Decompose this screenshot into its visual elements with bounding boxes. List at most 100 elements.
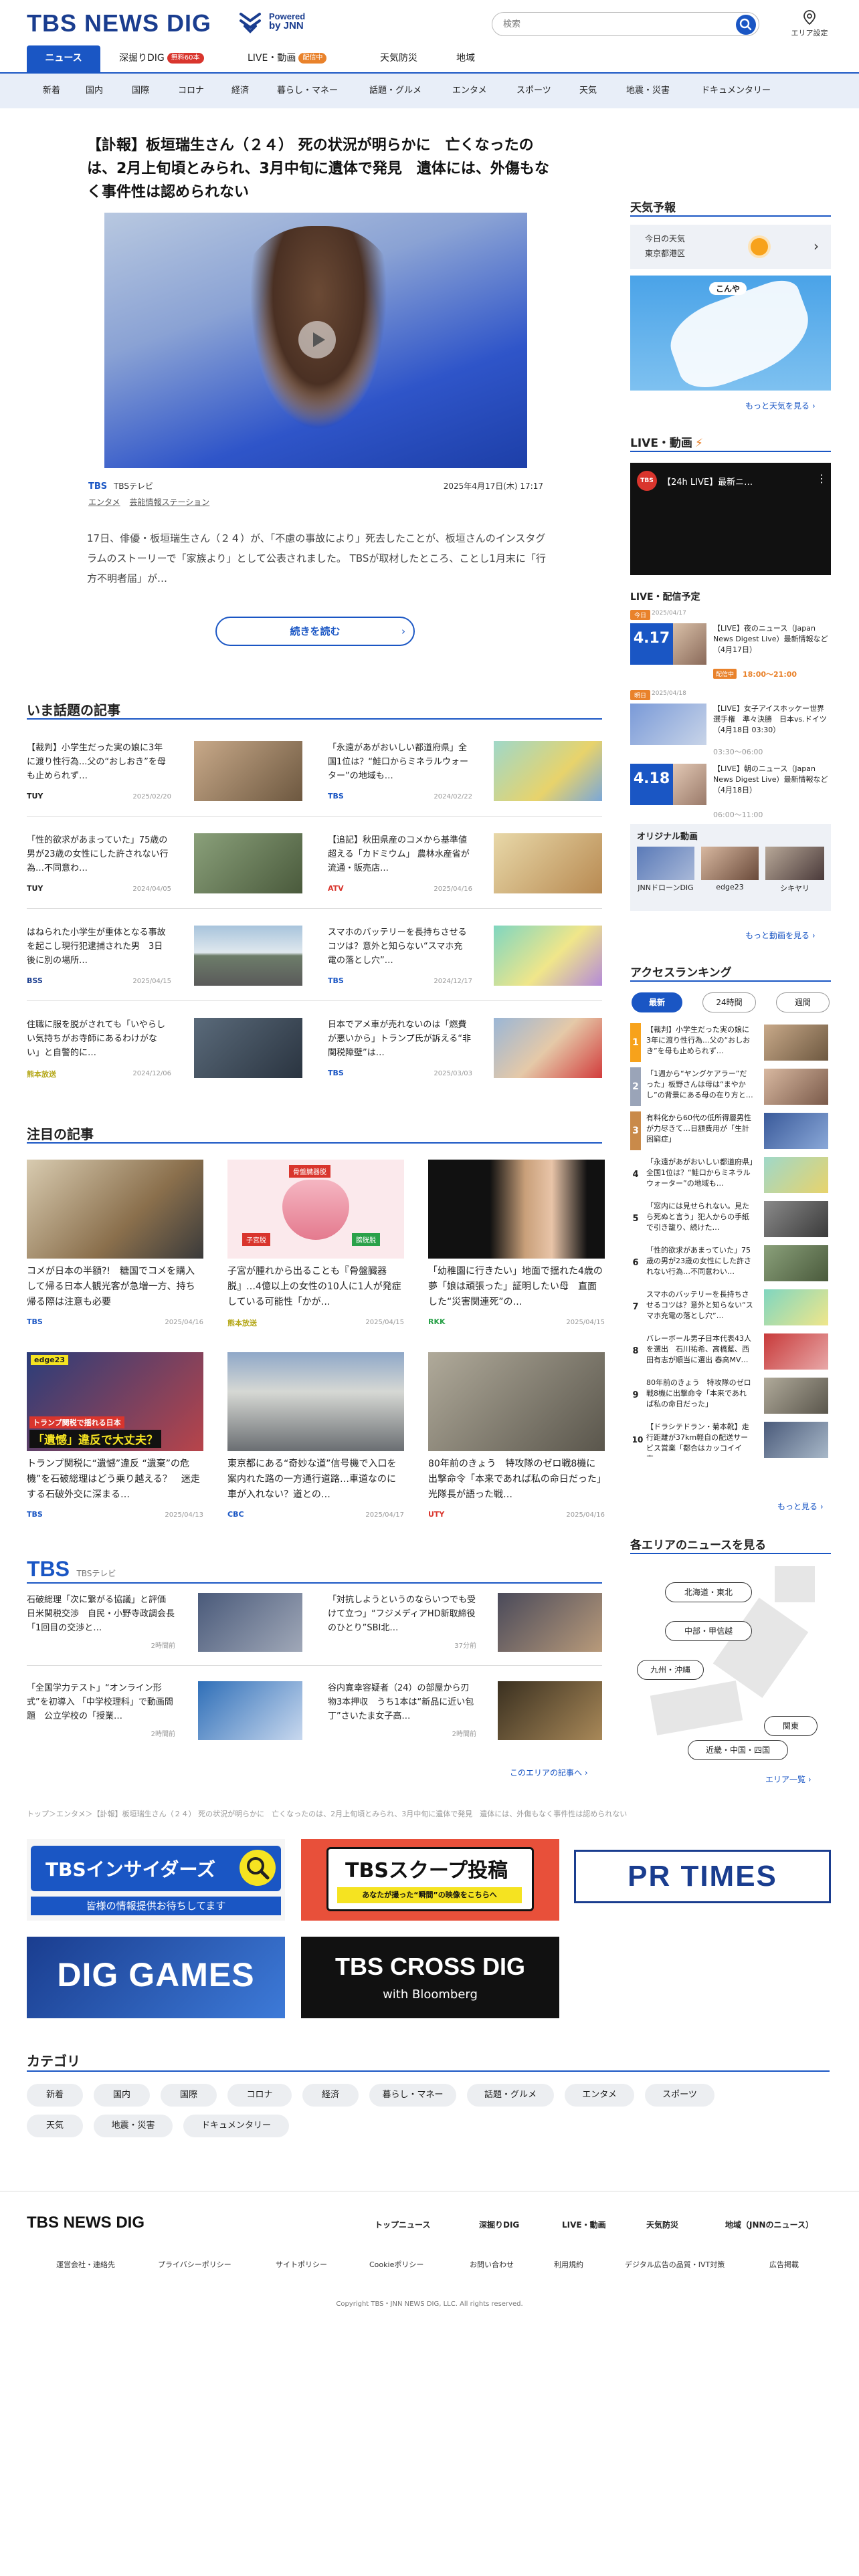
ranking-tab-weekly[interactable]: 週間 (776, 992, 830, 1012)
banner-insiders[interactable]: TBSインサイダーズ 皆様の情報提供お待ちしてます (27, 1839, 285, 1921)
more-vert-icon[interactable]: ⋮ (816, 472, 827, 485)
subnav-item[interactable]: 経済 (231, 74, 249, 108)
tag-link[interactable]: 芸能情報ステーション (129, 498, 209, 507)
ranking-item[interactable]: 8 バレーボール男子日本代表43人を選出 石川祐希、高橋藍、西田有志が順当に選出… (630, 1332, 831, 1371)
ranking-tab-24h[interactable]: 24時間 (702, 992, 756, 1012)
lead-article-image[interactable] (104, 213, 527, 468)
banner-diggames[interactable]: DIG GAMES (27, 1937, 285, 2018)
subnav-item[interactable]: コロナ (178, 74, 204, 108)
subnav-item[interactable]: ドキュメンタリー (701, 74, 771, 108)
banner-crossdig[interactable]: TBS CROSS DIG with Bloomberg (301, 1937, 559, 2018)
featured-card[interactable]: コメが日本の半額?! 糖国でコメを購入して帰る日本人観光客が急増一方、持ち帰る際… (27, 1160, 203, 1340)
topic-item[interactable]: 住職に服を脱がされても「いやらしい気持ちがお寺師にあるわけがない」と自警的に… … (27, 1018, 308, 1085)
original-label[interactable]: JNNドローンDIG (637, 883, 694, 893)
subnav-item[interactable]: 天気 (579, 74, 597, 108)
footer-small-link[interactable]: 利用規約 (554, 2259, 583, 2270)
region-button[interactable]: 中部・甲信越 (665, 1621, 752, 1641)
topic-item[interactable]: 【追記】秋田県産のコメから基準値超える「カドミウム」 農林水産省が流通・販売店…… (328, 833, 602, 900)
category-pill[interactable]: 国際 (161, 2084, 217, 2107)
play-icon[interactable] (298, 321, 336, 358)
ranking-tab-latest[interactable]: 最新 (632, 992, 682, 1012)
banner-scoop[interactable]: TBSスクープ投稿 あなたが撮った“瞬間”の映像をこちらへ (301, 1839, 559, 1921)
category-pill[interactable]: 国内 (94, 2084, 150, 2107)
nav-weather[interactable]: 天気防災 (380, 45, 417, 72)
live-more-link[interactable]: もっと動画を見る › (745, 930, 816, 941)
ranking-item[interactable]: 5 「窓内には見せられない。見たら死ぬと言う」犯人からの手紙で引き籠り、続けた… (630, 1200, 831, 1239)
category-pill[interactable]: 地震・災害 (94, 2115, 173, 2137)
category-pill[interactable]: 天気 (27, 2115, 83, 2137)
category-pill[interactable]: 話題・グルメ (467, 2084, 554, 2107)
area-setting-button[interactable]: エリア設定 (786, 9, 833, 38)
ranking-item[interactable]: 9 80年前のきょう 特攻隊のゼロ戦8機に出撃命令「本来であれば私の命日だった」 (630, 1376, 831, 1415)
featured-card[interactable]: edge23 トランプ関税で揺れる日本 「遺憾」違反で大丈夫？ トランプ関税に“… (27, 1352, 203, 1533)
original-thumb[interactable] (765, 847, 824, 880)
region-button[interactable]: 近畿・中国・四国 (688, 1740, 788, 1760)
featured-card[interactable]: 80年前のきょう 特攻隊のゼロ戦8機に出撃命令「本来であれば私の命日だった」光隊… (428, 1352, 605, 1533)
category-pill[interactable]: 暮らし・マネー (369, 2084, 456, 2107)
region-button[interactable]: 関東 (764, 1716, 818, 1736)
original-label[interactable]: シキヤリ (765, 883, 824, 893)
topic-item[interactable]: 「性的欲求があまっていた」75歳の男が23歳の女性にした許されない行為…不同意わ… (27, 833, 308, 900)
footer-small-link[interactable]: 広告掲載 (769, 2259, 799, 2270)
subnav-item[interactable]: 国際 (132, 74, 149, 108)
nav-news[interactable]: ニュース (27, 45, 100, 72)
ranking-item[interactable]: 4 「永遠があがおいしい都道府県」全国1位は？“鮭口からミネラルウォーター”の地… (630, 1156, 831, 1194)
subnav-item[interactable]: エンタメ (452, 74, 487, 108)
subnav-item[interactable]: スポーツ (516, 74, 551, 108)
live-schedule-item[interactable]: 今日 2025/04/17 4.17 【LIVE】夜のニュース（Japan Ne… (630, 609, 831, 683)
category-pill[interactable]: コロナ (227, 2084, 292, 2107)
featured-card[interactable]: 骨盤臓器脱 子宮脱 膀胱脱 子宮が腫れから出ることも『骨盤臓器脱』…4億以上の女… (227, 1160, 404, 1340)
footer-link[interactable]: 深掘りDIG (479, 2219, 519, 2230)
topic-item[interactable]: 【裁判】小学生だった実の娘に3年に渡り性行為...父の“おしおき”を母も止められ… (27, 741, 308, 808)
nav-region[interactable]: 地域 (456, 45, 475, 72)
topic-item[interactable]: スマホのバッテリーを長持ちさせるコツは？意外と知らない“スマホ充電の落とし穴”…… (328, 926, 602, 992)
original-label[interactable]: edge23 (701, 883, 759, 891)
tbs-item[interactable]: 「対抗しようというのならいつでも受けて立つ」“フジメディアHD新取締役のひとり”… (328, 1593, 602, 1653)
live-schedule-item[interactable]: 明日 2025/04/18 【LIVE】女子アイスホッケー世界選手権 準々決勝 … (630, 689, 831, 756)
original-thumb[interactable] (637, 847, 694, 880)
footer-link[interactable]: 天気防災 (646, 2219, 678, 2230)
footer-small-link[interactable]: サイトポリシー (276, 2259, 327, 2270)
footer-small-link[interactable]: デジタル広告の品質・IVT対策 (625, 2259, 725, 2270)
read-more-button[interactable]: 続きを読む › (215, 617, 415, 646)
category-pill[interactable]: 経済 (302, 2084, 359, 2107)
region-button[interactable]: 北海道・東北 (665, 1582, 752, 1602)
weather-map[interactable]: こんや (630, 276, 831, 391)
footer-link[interactable]: トップニュース (375, 2219, 430, 2230)
tbs-more-link[interactable]: このエリアの記事へ › (510, 1767, 588, 1778)
footer-small-link[interactable]: Cookieポリシー (369, 2259, 423, 2270)
area-more-link[interactable]: エリア一覧 › (765, 1774, 812, 1785)
lead-article-title[interactable]: 【訃報】板垣瑞生さん（２４） 死の状況が明らかに 亡くなったのは、2月上旬頃とみ… (87, 134, 555, 204)
footer-logo[interactable]: TBS NEWS DIG (27, 2214, 145, 2232)
category-pill[interactable]: スポーツ (645, 2084, 714, 2107)
category-pill[interactable]: エンタメ (565, 2084, 634, 2107)
live-schedule-item[interactable]: 4.18 【LIVE】朝のニュース（Japan News Digest Live… (630, 760, 831, 827)
tbs-item[interactable]: 石破総理「次に繋がる協議」と評価 日米関税交渉 自民・小野寺政調会長「1回目の交… (27, 1593, 308, 1653)
ranking-item[interactable]: 7 スマホのバッテリーを長持ちさせるコツは？意外と知らない“スマホ充電の落とし穴… (630, 1288, 831, 1327)
original-thumb[interactable] (701, 847, 759, 880)
subnav-item[interactable]: 暮らし・マネー (277, 74, 338, 108)
search-box[interactable] (492, 12, 759, 36)
footer-link[interactable]: LIVE・動画 (562, 2219, 606, 2230)
subnav-item[interactable]: 地震・災害 (626, 74, 670, 108)
featured-card[interactable]: 東京都にある“奇妙な道”信号機で入口を案内れた路の一方通行道路…車道なのに車が入… (227, 1352, 404, 1533)
region-button[interactable]: 九州・沖縄 (637, 1660, 704, 1680)
weather-today-card[interactable]: 今日の天気 東京都港区 › (630, 225, 831, 269)
topic-item[interactable]: 「永遠があがおいしい都道府県」全国1位は？“鮭口からミネラルウォーター”の地域も… (328, 741, 602, 808)
site-logo[interactable]: TBS NEWS DIG (27, 9, 211, 37)
tbs-item[interactable]: 「全国学力テスト」“オンライン形式”を初導入 「中学校理科」で動画問題 公立学校… (27, 1681, 308, 1741)
nav-dig[interactable]: 深掘りDIG 無料60本 (119, 45, 204, 72)
topic-item[interactable]: 日本でアメ車が売れないのは「燃費が悪いから」トランプ氏が訴える“非関税障壁”は…… (328, 1018, 602, 1085)
featured-card[interactable]: 「幼稚園に行きたい」地面で揺れた4歳の夢「娘は頑張った」証明したい母 直面した“… (428, 1160, 605, 1340)
banner-prtimes[interactable]: PR TIMES (574, 1850, 831, 1903)
subnav-item[interactable]: 国内 (86, 74, 103, 108)
ranking-item[interactable]: 2 「1週から“ヤングケアラー”だった」板野さんは母は“まやかし”の背景にある母… (630, 1067, 831, 1106)
ranking-more-link[interactable]: もっと見る › (777, 1501, 824, 1512)
ranking-item[interactable]: 10 【ドラシテドラン・菊本靴】走行距離が37km軽自の配送サービス営業「都合は… (630, 1420, 831, 1459)
category-pill[interactable]: 新着 (27, 2084, 83, 2107)
footer-link[interactable]: 地域（JNNのニュース） (725, 2219, 814, 2230)
search-button[interactable] (736, 15, 756, 35)
ranking-item[interactable]: 6 「性的欲求があまっていた」75歳の男が23歳の女性にした許されない行為…不同… (630, 1244, 831, 1283)
weather-more-link[interactable]: もっと天気を見る › (745, 400, 816, 411)
tbs-item[interactable]: 谷内寛幸容疑者（24）の部屋から刃物3本押収 うち1本は“新品に近い包丁”さいた… (328, 1681, 602, 1741)
